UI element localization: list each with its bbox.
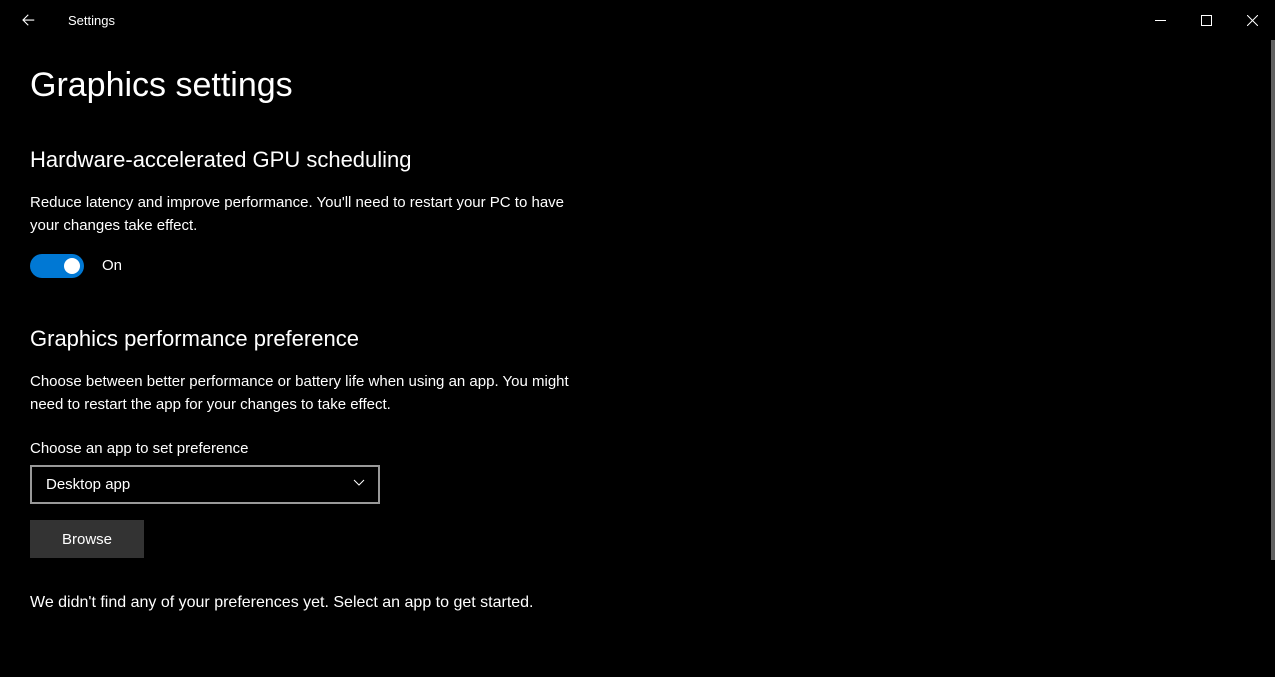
gpu-scheduling-toggle[interactable] — [30, 254, 84, 278]
browse-button[interactable]: Browse — [30, 520, 144, 558]
content-area: Graphics settings Hardware-accelerated G… — [0, 40, 1275, 677]
toggle-knob — [64, 258, 80, 274]
gpu-scheduling-toggle-row: On — [30, 254, 1245, 278]
arrow-left-icon — [20, 11, 38, 29]
titlebar: Settings — [0, 0, 1275, 40]
gpu-scheduling-heading: Hardware-accelerated GPU scheduling — [30, 147, 1245, 173]
app-type-dropdown[interactable]: Desktop app — [30, 465, 380, 504]
empty-preferences-message: We didn't find any of your preferences y… — [30, 594, 1245, 612]
app-title: Settings — [68, 13, 115, 28]
minimize-icon — [1155, 15, 1166, 26]
gpu-scheduling-description: Reduce latency and improve performance. … — [30, 191, 590, 238]
gpu-scheduling-toggle-label: On — [102, 257, 122, 274]
back-button[interactable] — [18, 9, 40, 31]
window-controls — [1137, 4, 1275, 36]
titlebar-left: Settings — [0, 9, 115, 31]
close-button[interactable] — [1229, 4, 1275, 36]
maximize-icon — [1201, 15, 1212, 26]
minimize-button[interactable] — [1137, 4, 1183, 36]
page-title: Graphics settings — [30, 66, 1245, 105]
choose-app-label: Choose an app to set preference — [30, 440, 1245, 457]
maximize-button[interactable] — [1183, 4, 1229, 36]
performance-pref-heading: Graphics performance preference — [30, 326, 1245, 352]
performance-pref-description: Choose between better performance or bat… — [30, 370, 590, 417]
dropdown-selected-value: Desktop app — [46, 476, 130, 493]
scrollbar[interactable] — [1271, 40, 1275, 560]
browse-button-label: Browse — [62, 531, 112, 548]
chevron-down-icon — [352, 475, 366, 494]
close-icon — [1247, 15, 1258, 26]
